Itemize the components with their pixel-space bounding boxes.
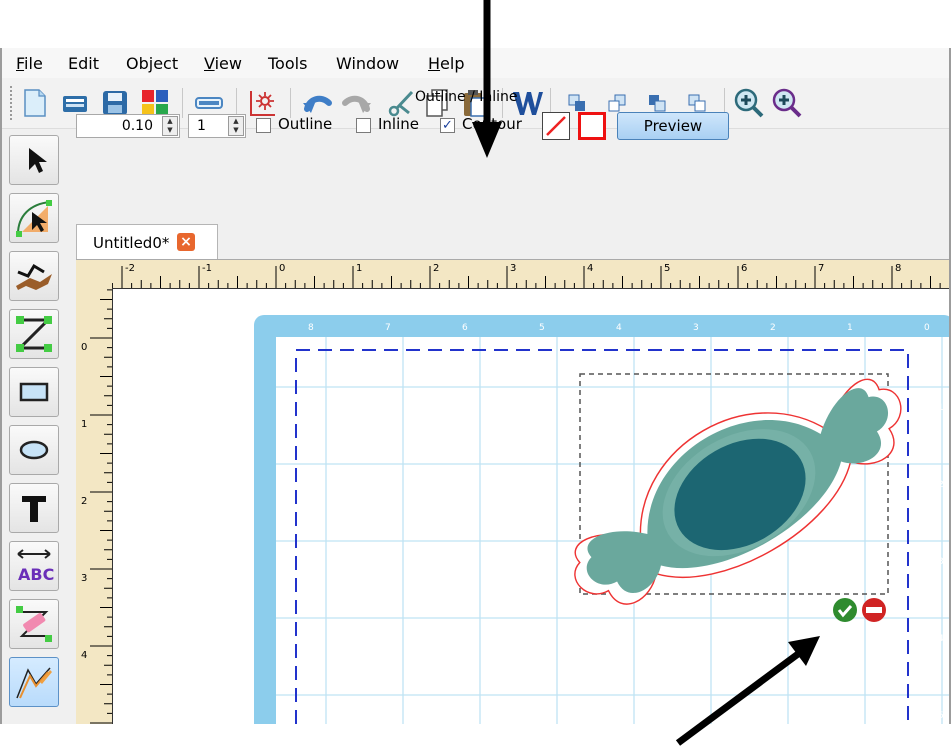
ruler-label: 4 (81, 650, 87, 661)
outline-label: Outline (278, 115, 333, 133)
offset-spinner[interactable]: 0.10 ▲ ▼ (76, 114, 180, 138)
check-mark-icon: ✓ (442, 118, 453, 133)
svg-text:ABC: ABC (18, 565, 54, 584)
fill-color-swatch[interactable] (578, 112, 606, 140)
count-spin-buttons[interactable]: ▲ ▼ (228, 116, 244, 136)
count-value: 1 (197, 118, 206, 134)
close-icon[interactable]: × (177, 233, 195, 251)
minus-icon (866, 607, 882, 613)
offset-value: 0.10 (121, 118, 153, 134)
menu-tools[interactable]: Tools (268, 54, 307, 73)
mat-scale-label: 1 (847, 323, 853, 333)
count-spinner[interactable]: 1 ▲ ▼ (188, 114, 246, 138)
spin-up-icon[interactable]: ▲ (163, 117, 177, 126)
app-window: File Edit Object View Tools Window Help (0, 48, 951, 724)
tab-title: Untitled0* (93, 234, 170, 252)
spin-up-icon[interactable]: ▲ (229, 117, 243, 126)
ruler-label: -1 (202, 263, 212, 274)
ruler-label: 0 (279, 263, 285, 274)
reject-button[interactable] (862, 598, 886, 622)
mat-scale-label: 5 (938, 711, 944, 721)
left-tool-palette: ABC (6, 135, 62, 724)
inline-label: Inline (378, 115, 420, 133)
ruler-label: 8 (895, 263, 901, 274)
mat-scale-label: 3 (693, 323, 699, 333)
mat-scale-label: 6 (462, 323, 468, 333)
horizontal-ruler: -2 -1 0 1 2 3 4 5 6 7 8 (112, 260, 951, 289)
mat-scale-label: 0 (924, 323, 930, 333)
spin-down-icon[interactable]: ▼ (229, 126, 243, 135)
new-document-icon[interactable] (18, 86, 52, 120)
mat-scale-label: 8 (308, 323, 314, 333)
select-arrow-icon[interactable] (9, 135, 59, 185)
menu-file[interactable]: File (16, 54, 43, 73)
offset-spin-buttons[interactable]: ▲ ▼ (162, 116, 178, 136)
mat-scale-label: 2 (938, 480, 944, 490)
ruler-label: 4 (587, 263, 593, 274)
menu-window[interactable]: Window (336, 54, 399, 73)
line-draw-icon[interactable] (9, 309, 59, 359)
ruler-label: 1 (356, 263, 362, 274)
accept-button[interactable] (833, 598, 857, 622)
ruler-label: 3 (510, 263, 516, 274)
panel-title: Outline / Inline (415, 89, 518, 105)
mat-scale-label: 1 (938, 403, 944, 413)
window-border-left (0, 48, 2, 724)
ruler-label: 5 (664, 263, 670, 274)
menu-view[interactable]: View (204, 54, 242, 73)
contour-tool-icon[interactable] (9, 657, 59, 707)
toolbar-grip[interactable] (10, 86, 15, 120)
mat-scale-label: 4 (938, 634, 944, 644)
line-color-swatch[interactable] (542, 112, 570, 140)
menu-edit[interactable]: Edit (68, 54, 99, 73)
menu-object[interactable]: Object (126, 54, 178, 73)
preview-button[interactable]: Preview (617, 112, 729, 140)
ellipse-icon[interactable] (9, 425, 59, 475)
inline-checkbox[interactable] (356, 118, 371, 133)
eraser-tool-icon[interactable] (9, 599, 59, 649)
ruler-corner (76, 260, 112, 288)
ruler-label: 2 (81, 496, 87, 507)
ruler-label: 7 (818, 263, 824, 274)
no-fill-slash-icon (546, 116, 566, 136)
mat-scale-label: 4 (616, 323, 622, 333)
ruler-label: 2 (433, 263, 439, 274)
mat-scale-label: 2 (770, 323, 776, 333)
canvas-area[interactable]: -2 -1 0 1 2 3 4 5 6 7 8 0 1 2 3 4 8 7 6 5 4 3 2 1 0 1 2 3 4 5 (76, 259, 951, 724)
ruler-label: 3 (81, 573, 87, 584)
ruler-label: 1 (81, 419, 87, 430)
spin-down-icon[interactable]: ▼ (163, 126, 177, 135)
rectangle-icon[interactable] (9, 367, 59, 417)
contour-label: Contour (462, 115, 522, 133)
mat-scale-label: 7 (385, 323, 391, 333)
vertical-ruler: 0 1 2 3 4 (76, 288, 113, 724)
mat-scale-label: 5 (539, 323, 545, 333)
ruler-label: -2 (125, 263, 135, 274)
cutting-mat[interactable]: 8 7 6 5 4 3 2 1 0 1 2 3 4 5 (112, 288, 951, 724)
menu-help[interactable]: Help (428, 54, 464, 73)
document-tab[interactable]: Untitled0* × (76, 224, 218, 260)
outline-inline-bar: Outline / Inline 0.10 ▲ ▼ 1 ▲ ▼ Outline In… (70, 80, 949, 140)
text-icon[interactable] (9, 483, 59, 533)
text-fit-icon[interactable]: ABC (9, 541, 59, 591)
outline-checkbox[interactable] (256, 118, 271, 133)
knife-icon[interactable] (9, 251, 59, 301)
mat-scale-label: 3 (938, 557, 944, 567)
ruler-label: 6 (741, 263, 747, 274)
contour-checkbox[interactable]: ✓ (440, 118, 455, 133)
ruler-label: 0 (81, 342, 87, 353)
node-edit-icon[interactable] (9, 193, 59, 243)
menu-bar: File Edit Object View Tools Window Help (2, 48, 949, 78)
